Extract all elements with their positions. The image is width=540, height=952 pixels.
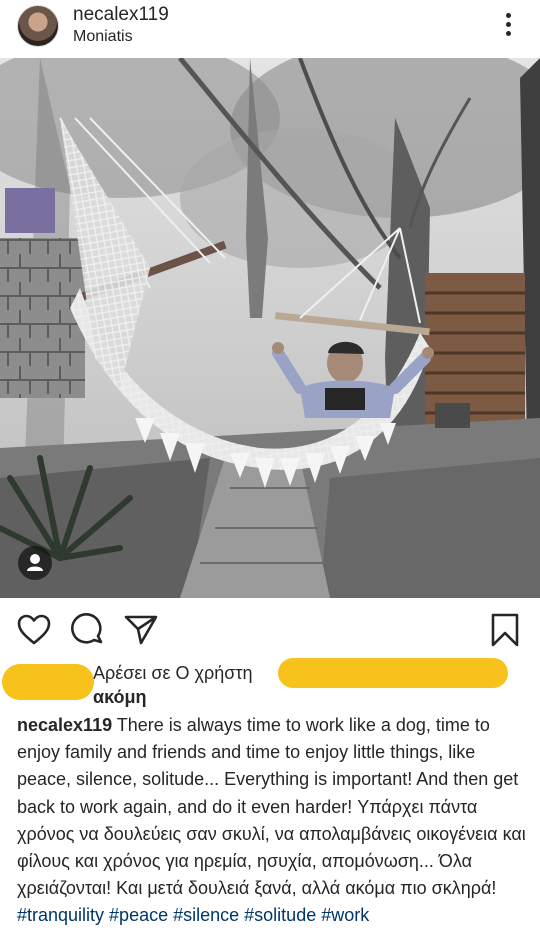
hashtag-list: #tranquility #peace #silence #solitude #work xyxy=(17,905,374,925)
post-header: necalex119 Moniatis xyxy=(0,0,540,58)
caption-text: There is always time to work like a dog,… xyxy=(17,715,526,899)
hashtag[interactable]: #work xyxy=(321,905,369,925)
hashtag[interactable]: #solitude xyxy=(244,905,316,925)
redaction-mark xyxy=(2,664,94,700)
heart-icon[interactable] xyxy=(16,612,52,648)
likes-more[interactable]: ακόμη xyxy=(93,687,147,708)
hashtag[interactable]: #silence xyxy=(173,905,239,925)
paper-plane-icon[interactable] xyxy=(123,612,159,648)
post-photo[interactable] xyxy=(0,58,540,598)
more-vertical-icon[interactable] xyxy=(496,10,520,42)
likes-text[interactable]: Αρέσει σε Ο χρήστη xyxy=(93,663,252,684)
action-bar xyxy=(0,604,540,654)
redaction-mark xyxy=(278,658,508,688)
avatar[interactable] xyxy=(17,5,59,47)
hammock-photo xyxy=(0,58,540,598)
comment-icon[interactable] xyxy=(70,612,106,648)
caption-username[interactable]: necalex119 xyxy=(17,715,112,735)
post-username[interactable]: necalex119 xyxy=(73,4,169,26)
bookmark-icon[interactable] xyxy=(487,612,523,648)
hashtag[interactable]: #peace xyxy=(109,905,168,925)
post-caption: necalex119 There is always time to work … xyxy=(17,712,529,930)
post-location[interactable]: Moniatis xyxy=(73,28,133,46)
tagged-person-button[interactable] xyxy=(18,546,52,580)
person-icon xyxy=(27,554,43,571)
hashtag[interactable]: #tranquility xyxy=(17,905,104,925)
likes-section: Αρέσει σε Ο χρήστη ακόμη xyxy=(0,658,540,708)
